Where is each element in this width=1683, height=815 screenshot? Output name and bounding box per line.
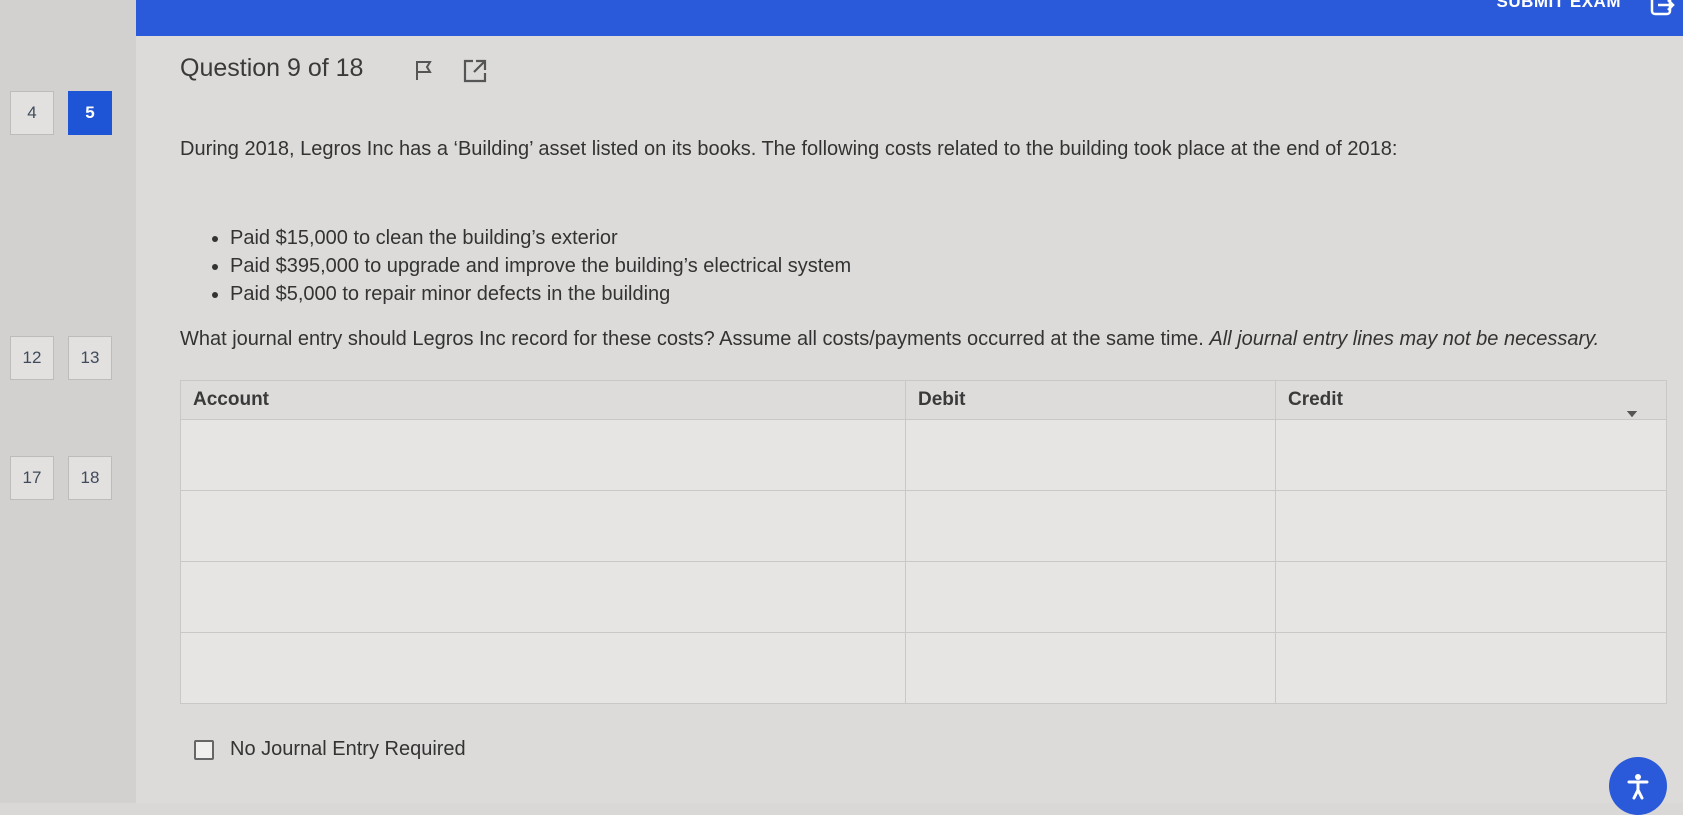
journal-entry-table: Account Debit Credit — [180, 380, 1667, 704]
debit-input[interactable] — [905, 561, 1276, 633]
debit-column-header: Debit — [905, 380, 1276, 420]
account-dropdown[interactable] — [180, 410, 1637, 704]
credit-input[interactable] — [1275, 561, 1667, 633]
credit-input[interactable] — [1275, 490, 1667, 562]
table-row — [180, 410, 1667, 704]
top-bar: SUBMIT EXAM — [136, 0, 1683, 36]
debit-input[interactable] — [905, 632, 1276, 704]
list-item: Paid $15,000 to clean the building’s ext… — [230, 224, 851, 252]
question-text: During 2018, Legros Inc has a ‘Building’… — [180, 138, 1398, 160]
account-dropdown[interactable] — [180, 410, 1637, 491]
external-link-icon[interactable] — [462, 58, 488, 84]
no-journal-entry-option[interactable]: No Journal Entry Required — [194, 738, 466, 761]
table-row — [180, 410, 1667, 633]
no-journal-entry-label: No Journal Entry Required — [230, 738, 466, 760]
credit-input[interactable] — [1275, 632, 1667, 704]
credit-input[interactable] — [1275, 419, 1667, 491]
no-journal-entry-checkbox[interactable] — [194, 739, 214, 760]
table-row — [180, 410, 1667, 491]
prompt-note: All journal entry lines may not be neces… — [1209, 328, 1600, 350]
prompt-text: What journal entry should Legros Inc rec… — [180, 328, 1204, 350]
list-item: Paid $395,000 to upgrade and improve the… — [230, 252, 851, 280]
debit-input[interactable] — [905, 490, 1276, 562]
account-dropdown[interactable] — [180, 410, 1637, 562]
cost-list: Paid $15,000 to clean the building’s ext… — [206, 224, 851, 308]
account-column-header: Account — [180, 380, 906, 420]
list-item: Paid $5,000 to repair minor defects in t… — [230, 280, 851, 308]
question-nav-12[interactable]: 12 — [10, 336, 54, 380]
question-nav-5[interactable]: 5 — [68, 91, 112, 135]
question-nav-4[interactable]: 4 — [10, 91, 54, 135]
question-prompt: What journal entry should Legros Inc rec… — [180, 328, 1599, 351]
question-nav-18[interactable]: 18 — [68, 456, 112, 500]
submit-exam-button[interactable]: SUBMIT EXAM — [1497, 0, 1622, 12]
question-panel: Question 9 of 18 During 2018, Legros Inc… — [136, 36, 1683, 815]
credit-column-header: Credit — [1275, 380, 1667, 420]
flag-icon[interactable] — [412, 58, 436, 82]
debit-input[interactable] — [905, 419, 1276, 491]
exit-icon[interactable] — [1649, 0, 1675, 16]
chevron-down-icon — [1626, 410, 1637, 417]
question-nav-17[interactable]: 17 — [10, 456, 54, 500]
question-title: Question 9 of 18 — [180, 54, 364, 82]
account-dropdown[interactable] — [180, 410, 1637, 633]
accessibility-icon — [1627, 774, 1649, 800]
accessibility-button[interactable] — [1609, 757, 1667, 815]
table-header-row: Account Debit Credit — [180, 380, 1667, 420]
table-row — [180, 410, 1667, 562]
question-nav-13[interactable]: 13 — [68, 336, 112, 380]
question-navigator: 4 5 12 13 17 18 — [0, 0, 137, 803]
